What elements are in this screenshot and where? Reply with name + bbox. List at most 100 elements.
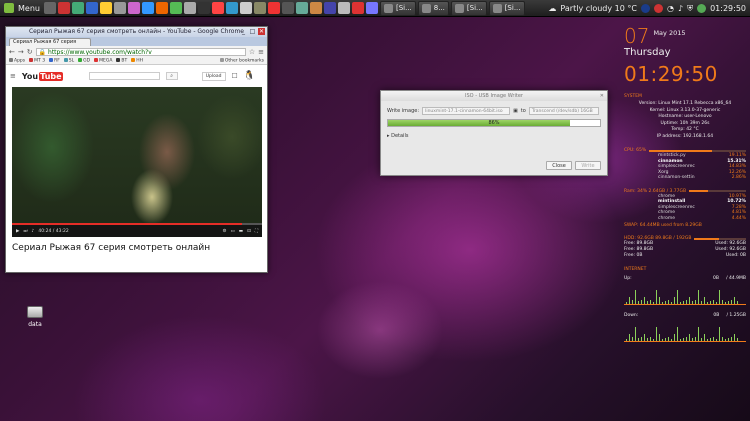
watch-later-icon[interactable]: ▭ xyxy=(231,229,235,234)
notifications-icon[interactable]: ☐ xyxy=(232,72,238,80)
graph-bar xyxy=(713,337,714,341)
bookmark-item[interactable]: GD xyxy=(78,57,90,63)
launcher-icon[interactable] xyxy=(295,2,308,14)
volume-icon[interactable]: ♪ xyxy=(32,229,35,234)
graph-bar xyxy=(680,339,681,341)
launcher-icon[interactable] xyxy=(239,2,252,14)
bookmark-item[interactable]: BT xyxy=(116,57,127,63)
launcher-icon[interactable] xyxy=(169,2,182,14)
launcher-icon[interactable] xyxy=(281,2,294,14)
star-icon[interactable]: ☆ xyxy=(249,48,255,56)
bookmark-item[interactable]: MEGA xyxy=(94,57,112,63)
launcher-icon[interactable] xyxy=(267,2,280,14)
youtube-search-input[interactable] xyxy=(88,72,160,80)
taskbar-task-1[interactable]: [Si... xyxy=(379,0,416,16)
next-icon[interactable]: ⏭ xyxy=(23,228,27,234)
launcher-icon[interactable] xyxy=(337,2,350,14)
play-icon[interactable]: ▶ xyxy=(16,229,19,234)
close-button[interactable]: Close xyxy=(546,161,572,170)
details-expander[interactable]: ▸ Details xyxy=(381,127,607,139)
launcher-icon[interactable] xyxy=(85,2,98,14)
clock[interactable]: 01:29:50 xyxy=(710,4,746,13)
upload-button[interactable]: Upload xyxy=(201,71,226,81)
graph-bar xyxy=(677,327,678,341)
launcher-icon[interactable] xyxy=(211,2,224,14)
taskbar-task-2[interactable]: 8... xyxy=(417,0,449,16)
launcher-icon[interactable] xyxy=(113,2,126,14)
bookmark-item[interactable]: Apps xyxy=(9,57,25,63)
launcher-icon[interactable] xyxy=(57,2,70,14)
theater-icon[interactable]: ▬ xyxy=(239,229,243,234)
power-icon[interactable] xyxy=(653,4,663,13)
launcher-icon[interactable] xyxy=(71,2,84,14)
weather-icon[interactable]: ☁ xyxy=(548,4,556,13)
chrome-tab[interactable]: Сериал Рыжая 67 серия xyxy=(9,38,91,46)
back-icon[interactable]: ← xyxy=(9,48,15,56)
update-icon[interactable] xyxy=(697,4,707,13)
bookmark-item[interactable]: RF xyxy=(49,57,60,63)
launcher-icon[interactable] xyxy=(309,2,322,14)
taskbar-task-3[interactable]: [Si... xyxy=(450,0,487,16)
fullscreen-icon[interactable]: ⛶ xyxy=(255,228,258,234)
graph-bar xyxy=(659,297,660,304)
launcher-icon[interactable] xyxy=(365,2,378,14)
launcher-icon[interactable] xyxy=(183,2,196,14)
launcher-icon[interactable] xyxy=(141,2,154,14)
graph-bar xyxy=(674,297,675,304)
bookmark-item[interactable]: MT 3 xyxy=(29,57,45,63)
graph-bar xyxy=(635,290,636,304)
avatar[interactable]: 🐧 xyxy=(244,71,255,81)
expander-arrow-icon: ▸ xyxy=(387,133,390,139)
cpu-bar xyxy=(649,149,746,152)
youtube-logo[interactable]: You Tube xyxy=(22,71,63,81)
settings-icon[interactable]: ⚙ xyxy=(222,229,226,234)
launcher-icon[interactable] xyxy=(253,2,266,14)
chrome-title-bar[interactable]: Сериал Рыжая 67 серия смотреть онлайн - … xyxy=(6,27,267,37)
launcher-icon[interactable] xyxy=(197,2,210,14)
graph-bar xyxy=(686,337,687,341)
desktop-icon-data[interactable]: data xyxy=(24,306,46,328)
chrome-menu-icon[interactable]: ≡ xyxy=(258,48,264,56)
cast-icon[interactable]: ⊡ xyxy=(247,229,251,234)
search-icon[interactable]: ⌕ xyxy=(165,72,178,80)
download-graph xyxy=(624,320,746,342)
bookmark-item[interactable]: HH xyxy=(131,57,143,63)
video-controls: ▶ ⏭ ♪ 40:24 / 43:22 ⚙ ▭ ▬ ⊡ ⛶ xyxy=(12,225,262,237)
forward-icon[interactable]: → xyxy=(18,48,24,56)
launcher-icon[interactable] xyxy=(43,2,56,14)
bookmark-item[interactable]: SL xyxy=(63,57,74,63)
address-bar[interactable]: 🔒 https://www.youtube.com/watch?v xyxy=(35,47,246,56)
close-icon[interactable]: ✕ xyxy=(600,91,604,101)
maximize-icon[interactable]: □ xyxy=(249,28,256,35)
menu-button[interactable]: Menu xyxy=(0,0,44,17)
launcher-icon[interactable] xyxy=(225,2,238,14)
reload-icon[interactable]: ↻ xyxy=(27,48,33,56)
taskbar-task-4[interactable]: [Si... xyxy=(488,0,525,16)
graph-bar xyxy=(728,301,729,304)
volume-icon[interactable]: ♪ xyxy=(678,4,683,13)
conky-time: 01:29:50 xyxy=(624,62,718,86)
hamburger-icon[interactable]: ≡ xyxy=(10,72,16,80)
launcher-icon[interactable] xyxy=(155,2,168,14)
minimize-icon[interactable]: _ xyxy=(240,28,247,35)
video-title: Сериал Рыжая 67 серия смотреть онлайн xyxy=(12,243,211,253)
graph-bar xyxy=(632,337,633,341)
launcher-icon[interactable] xyxy=(351,2,364,14)
shield-icon[interactable]: ⛨ xyxy=(687,4,693,14)
folder-icon[interactable]: ▣ xyxy=(513,108,518,114)
launcher-icon[interactable] xyxy=(99,2,112,14)
weather-text[interactable]: Partly cloudy 10 °C xyxy=(560,4,637,13)
launcher-icon[interactable] xyxy=(323,2,336,14)
wifi-icon[interactable]: ◔ xyxy=(667,4,674,13)
graph-bar xyxy=(731,300,732,304)
keyboard-layout-icon[interactable] xyxy=(640,4,650,13)
youtube-video-player[interactable]: ▶ ⏭ ♪ 40:24 / 43:22 ⚙ ▭ ▬ ⊡ ⛶ xyxy=(12,87,262,237)
device-select[interactable]: Transcend (/dev/sdb) 16GB xyxy=(528,107,599,115)
launcher-icon[interactable] xyxy=(127,2,140,14)
usb-writer-title-bar[interactable]: ISO - USB Image Writer ✕ xyxy=(381,91,607,101)
write-button[interactable]: Write xyxy=(575,161,601,170)
close-icon[interactable]: ✕ xyxy=(258,28,265,35)
bookmark-item[interactable]: Other bookmarks xyxy=(219,57,264,63)
mint-logo-icon xyxy=(4,3,14,13)
image-file-chooser[interactable]: linuxmint-17.1-cinnamon-64bit.iso xyxy=(422,107,511,115)
